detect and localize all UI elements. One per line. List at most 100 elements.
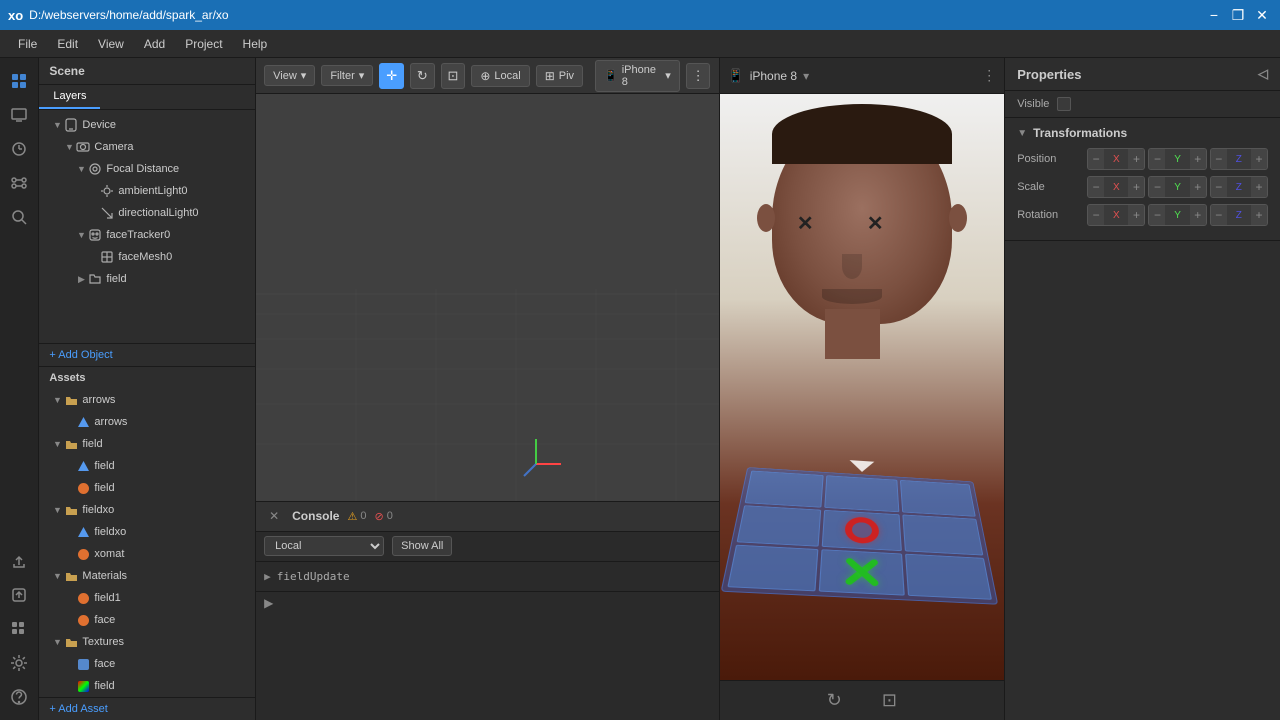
scale-z-minus[interactable]: −: [1211, 177, 1227, 197]
app-icon: xo: [8, 8, 23, 23]
rotation-y-plus[interactable]: +: [1190, 205, 1206, 225]
scale-fields: − X + − Y + − Z +: [1087, 176, 1268, 198]
sidebar-icon-share[interactable]: [4, 546, 34, 576]
tree-item-fieldxo-folder[interactable]: ▼ fieldxo: [39, 499, 255, 521]
label-device: Device: [82, 119, 116, 131]
tree-item-field-mesh[interactable]: ▼ field: [39, 455, 255, 477]
tab-layers[interactable]: Layers: [39, 85, 100, 109]
tree-item-materials-folder[interactable]: ▼ Materials: [39, 565, 255, 587]
menu-edit[interactable]: Edit: [47, 33, 88, 55]
preview-device-chevron: ▾: [803, 69, 809, 83]
tree-item-fieldxo-mesh[interactable]: ▼ fieldxo: [39, 521, 255, 543]
scale-z-plus[interactable]: +: [1251, 177, 1267, 197]
position-z-minus[interactable]: −: [1211, 149, 1227, 169]
add-object-button[interactable]: + Add Object: [39, 343, 255, 366]
position-z-plus[interactable]: +: [1251, 149, 1267, 169]
console-warning-badge: ⚠ 0: [347, 510, 366, 523]
sidebar-icon-scene[interactable]: [4, 66, 34, 96]
preview-panel: 📱 iPhone 8 ▾ ⋮: [719, 58, 1005, 720]
position-x-plus[interactable]: +: [1128, 149, 1144, 169]
label-facetracker: faceTracker0: [106, 229, 170, 241]
tree-item-directional[interactable]: ▼ directionalLight0: [39, 202, 255, 224]
device-chevron-icon: ▾: [665, 69, 671, 82]
scale-tool-button[interactable]: ⊡: [441, 63, 466, 89]
local-dropdown[interactable]: ⊕ Local: [471, 65, 529, 87]
tree-item-xomat[interactable]: ▼ xomat: [39, 543, 255, 565]
transformations-header[interactable]: ▼ Transformations: [1017, 126, 1268, 140]
viewport-3d[interactable]: [256, 94, 718, 501]
console-body: ▶ fieldUpdate: [256, 562, 718, 591]
view-dropdown[interactable]: View ▾: [264, 65, 315, 86]
tree-item-arrows[interactable]: ▼ arrows: [39, 411, 255, 433]
filter-dropdown[interactable]: Filter ▾: [321, 65, 373, 86]
tree-item-facemesh[interactable]: ▼ faceMesh0: [39, 246, 255, 268]
label-facemesh: faceMesh0: [118, 251, 172, 263]
menu-help[interactable]: Help: [233, 33, 278, 55]
arrow-camera: ▼: [63, 141, 75, 153]
sidebar-icon-grid[interactable]: [4, 614, 34, 644]
scale-y-minus[interactable]: −: [1149, 177, 1165, 197]
position-y-minus[interactable]: −: [1149, 149, 1165, 169]
sidebar-icon-settings[interactable]: [4, 648, 34, 678]
rotation-z-minus[interactable]: −: [1211, 205, 1227, 225]
position-fields: − X + − Y + − Z +: [1087, 148, 1268, 170]
menu-add[interactable]: Add: [134, 33, 175, 55]
tree-item-face-mat[interactable]: ▼ face: [39, 609, 255, 631]
console-row-arrow[interactable]: ▶: [264, 570, 271, 583]
position-x-minus[interactable]: −: [1088, 149, 1104, 169]
position-y-plus[interactable]: +: [1190, 149, 1206, 169]
rotation-x-plus[interactable]: +: [1128, 205, 1144, 225]
menu-dots-button[interactable]: ⋮: [686, 63, 711, 89]
tree-item-textures-folder[interactable]: ▼ Textures: [39, 631, 255, 653]
move-tool-button[interactable]: ✛: [379, 63, 404, 89]
scale-y-field: − Y +: [1148, 176, 1206, 198]
console-input[interactable]: [277, 596, 710, 609]
scale-x-plus[interactable]: +: [1128, 177, 1144, 197]
tree-item-focal[interactable]: ▼ Focal Distance: [39, 158, 255, 180]
sidebar-icon-search[interactable]: [4, 202, 34, 232]
rotation-y-minus[interactable]: −: [1149, 205, 1165, 225]
sidebar-icon-help[interactable]: [4, 682, 34, 712]
preview-refresh-button[interactable]: ↻: [827, 690, 842, 711]
viewport-area[interactable]: ✕ Console ⚠ 0 ⊘ 0 Local Show All: [256, 94, 718, 720]
rotation-z-plus[interactable]: +: [1251, 205, 1267, 225]
rotation-x-minus[interactable]: −: [1088, 205, 1104, 225]
scale-x-minus[interactable]: −: [1088, 177, 1104, 197]
tree-item-device[interactable]: ▼ Device: [39, 114, 255, 136]
tree-item-field-texture[interactable]: ▼ field: [39, 675, 255, 697]
tree-item-face-texture[interactable]: ▼ face: [39, 653, 255, 675]
add-asset-button[interactable]: + Add Asset: [39, 697, 255, 720]
sidebar-icon-animate[interactable]: [4, 134, 34, 164]
sidebar-icon-display[interactable]: [4, 100, 34, 130]
close-button[interactable]: ✕: [1252, 5, 1272, 25]
pivot-dropdown[interactable]: ⊞ Piv: [536, 65, 583, 87]
tree-item-facetracker[interactable]: ▼ faceTracker0: [39, 224, 255, 246]
show-all-button[interactable]: Show All: [392, 536, 452, 556]
tree-item-field[interactable]: ▶ field: [39, 268, 255, 290]
console-close-button[interactable]: ✕: [264, 506, 284, 526]
sidebar-icon-patch[interactable]: [4, 168, 34, 198]
minimize-button[interactable]: −: [1204, 5, 1224, 25]
tree-item-field-folder[interactable]: ▼ field: [39, 433, 255, 455]
tree-item-field1[interactable]: ▼ field1: [39, 587, 255, 609]
sidebar-icon-upload[interactable]: [4, 580, 34, 610]
assets-section: Assets ▼ arrows ▼ arrows ▼: [39, 366, 255, 720]
visible-checkbox[interactable]: [1057, 97, 1071, 111]
restore-button[interactable]: ❐: [1228, 5, 1248, 25]
tree-item-ambient[interactable]: ▼ ambientLight0: [39, 180, 255, 202]
rotate-tool-button[interactable]: ↻: [410, 63, 435, 89]
visible-row: Visible: [1005, 91, 1280, 118]
scale-y-plus[interactable]: +: [1190, 177, 1206, 197]
console-scope-select[interactable]: Local: [264, 536, 384, 556]
tree-item-field-mat[interactable]: ▼ field: [39, 477, 255, 499]
icon-field-folder: [63, 436, 79, 452]
tree-item-arrows-folder[interactable]: ▼ arrows: [39, 389, 255, 411]
menu-project[interactable]: Project: [175, 33, 232, 55]
icon-arrows-mesh: [75, 414, 91, 430]
preview-menu-button[interactable]: ⋮: [982, 67, 996, 84]
tree-item-camera[interactable]: ▼ Camera: [39, 136, 255, 158]
preview-screenshot-button[interactable]: ⊡: [882, 690, 897, 711]
menu-view[interactable]: View: [88, 33, 134, 55]
menu-file[interactable]: File: [8, 33, 47, 55]
device-dropdown[interactable]: 📱 iPhone 8 ▾: [595, 60, 680, 92]
